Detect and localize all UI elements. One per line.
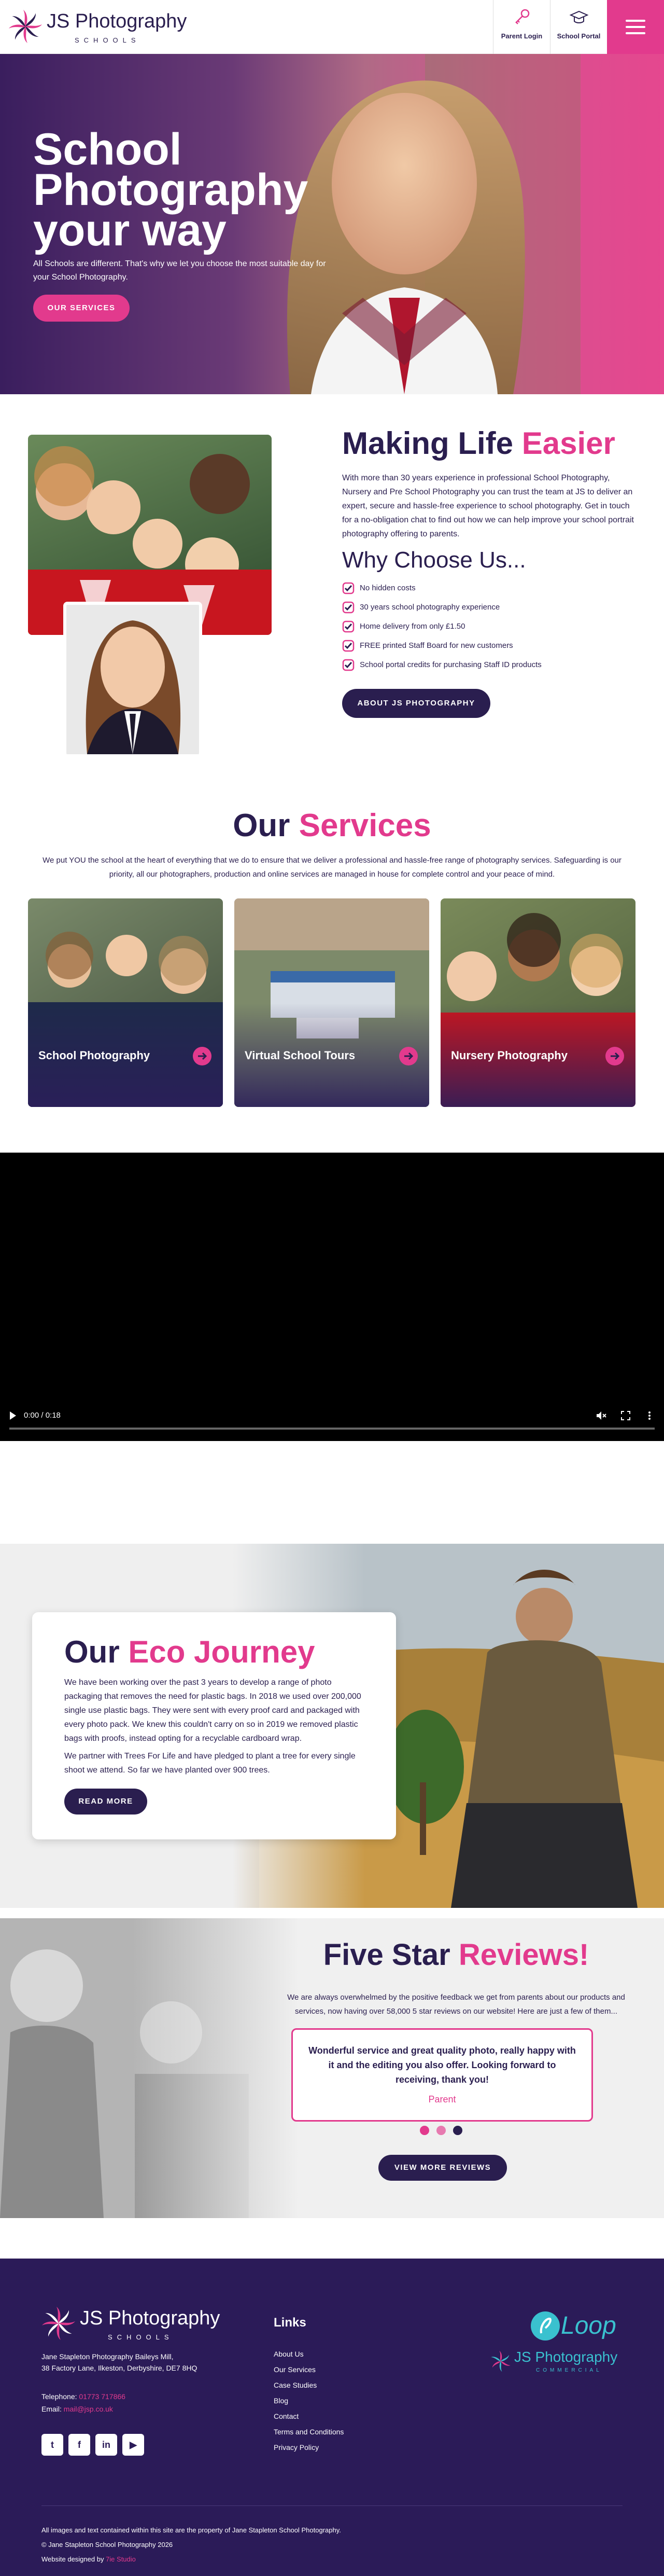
flower-logo-icon	[42, 2307, 75, 2340]
footer-link[interactable]: Case Studies	[274, 2381, 344, 2397]
flower-logo-icon	[491, 2350, 511, 2372]
check-item: FREE printed Staff Board for new custome…	[342, 640, 542, 659]
designer-link[interactable]: 7ie Studio	[106, 2555, 136, 2563]
check-item: 30 years school photography experience	[342, 601, 542, 620]
service-card-nursery-photography[interactable]: Nursery Photography	[441, 898, 635, 1107]
arrow-right-icon[interactable]	[605, 1047, 624, 1065]
logo-name: JS Photography	[47, 10, 187, 32]
parent-login-button[interactable]: Parent Login	[493, 0, 550, 54]
video-time: 0:00 / 0:18	[24, 1411, 61, 1420]
review-quote: Wonderful service and great quality phot…	[308, 2045, 576, 2085]
eco-card: Our Eco Journey We have been working ove…	[32, 1612, 396, 1839]
read-more-button[interactable]: READ MORE	[64, 1789, 147, 1815]
service-card-label: Nursery Photography	[451, 1049, 568, 1062]
video-progress-bar[interactable]	[9, 1428, 655, 1430]
service-card-virtual-school-tours[interactable]: Virtual School Tours	[234, 898, 429, 1107]
check-item: School portal credits for purchasing Sta…	[342, 659, 542, 678]
check-icon	[342, 659, 355, 671]
site-logo[interactable]: JS Photography SCHOOLS	[7, 7, 194, 47]
commercial-logo[interactable]: JS Photography COMMERCIAL	[489, 2349, 624, 2376]
view-more-reviews-button[interactable]: VIEW MORE REVIEWS	[378, 2155, 507, 2181]
footer-logo-name: JS Photography	[80, 2307, 220, 2329]
hero-banner: School Photography your way All Schools …	[0, 54, 664, 394]
commercial-logo-name: JS Photography	[514, 2349, 618, 2365]
why-choose-list: No hidden costs 30 years school photogra…	[342, 582, 542, 678]
carousel-dot[interactable]	[420, 2126, 429, 2135]
services-text: We put YOU the school at the heart of ev…	[43, 856, 621, 879]
reviews-title: Five Star Reviews!	[323, 1938, 589, 1972]
mute-icon[interactable]	[596, 1411, 606, 1420]
girl-portrait-photo	[63, 602, 202, 757]
service-card-label: School Photography	[38, 1049, 150, 1062]
footer-logo[interactable]: JS Photography SCHOOLS	[40, 2304, 227, 2344]
about-text: With more than 30 years experience in pr…	[342, 474, 634, 538]
footer-legal: All images and text contained within thi…	[41, 2526, 341, 2563]
footer-link[interactable]: Our Services	[274, 2365, 344, 2381]
arrow-right-icon[interactable]	[193, 1047, 211, 1065]
parent-login-label: Parent Login	[501, 32, 543, 40]
hero-text: All Schools are different. That's why we…	[33, 259, 326, 282]
fullscreen-icon[interactable]	[621, 1411, 630, 1420]
more-options-icon[interactable]	[648, 1411, 651, 1420]
review-card: Wonderful service and great quality phot…	[291, 2028, 593, 2122]
flower-logo-icon	[9, 10, 42, 43]
key-icon	[515, 9, 529, 24]
youtube-icon[interactable]: ▶	[122, 2434, 144, 2456]
footer-links: About Us Our Services Case Studies Blog …	[274, 2350, 344, 2459]
footer-link[interactable]: Privacy Policy	[274, 2443, 344, 2459]
service-card-label: Virtual School Tours	[245, 1049, 356, 1062]
service-card-school-photography[interactable]: School Photography	[28, 898, 223, 1107]
footer-contact: Telephone: 01773 717866 Email: mail@jsp.…	[41, 2392, 125, 2413]
check-item: No hidden costs	[342, 582, 542, 601]
loop-name: Loop	[561, 2312, 616, 2339]
check-icon	[342, 601, 355, 614]
menu-button[interactable]	[607, 0, 664, 54]
about-title: Making Life Easier	[342, 426, 615, 461]
email-link[interactable]: mail@jsp.co.uk	[64, 2405, 113, 2413]
reviews-text: We are always overwhelmed by the positiv…	[287, 1993, 625, 2016]
school-portal-button[interactable]: School Portal	[550, 0, 607, 54]
footer-link[interactable]: Blog	[274, 2397, 344, 2412]
twitter-icon[interactable]: t	[41, 2434, 63, 2456]
phone-link[interactable]: 01773 717866	[79, 2392, 125, 2401]
girl-portrait-image	[86, 620, 181, 754]
commercial-logo-sub: COMMERCIAL	[536, 2367, 602, 2373]
facebook-icon[interactable]: f	[68, 2434, 90, 2456]
footer-links-title: Links	[274, 2316, 306, 2330]
about-js-photography-button[interactable]: ABOUT JS PHOTOGRAPHY	[342, 689, 490, 718]
footer-logo-sub: SCHOOLS	[108, 2333, 174, 2341]
carousel-dot[interactable]	[453, 2126, 462, 2135]
services-title: Our Services	[233, 808, 431, 843]
eco-title: Our Eco Journey	[64, 1635, 315, 1669]
footer-address: Jane Stapleton Photography Baileys Mill,…	[41, 2352, 197, 2372]
graduation-cap-icon	[569, 10, 588, 23]
check-icon	[342, 620, 355, 633]
check-icon	[342, 582, 355, 594]
footer-link[interactable]: About Us	[274, 2350, 344, 2365]
eco-text-1: We have been working over the past 3 yea…	[64, 1678, 361, 1743]
footer-link[interactable]: Terms and Conditions	[274, 2428, 344, 2443]
footer-divider	[41, 2505, 623, 2506]
review-author: Parent	[428, 2094, 456, 2104]
why-choose-title: Why Choose Us...	[342, 547, 526, 573]
eco-text-2: We partner with Trees For Life and have …	[64, 1752, 356, 1775]
play-icon[interactable]	[9, 1411, 17, 1420]
hero-title: School Photography your way	[33, 124, 308, 255]
carousel-dot[interactable]	[436, 2126, 446, 2135]
video-player[interactable]	[0, 1153, 664, 1441]
check-icon	[342, 640, 355, 652]
check-item: Home delivery from only £1.50	[342, 620, 542, 640]
school-portal-label: School Portal	[557, 32, 601, 40]
loop-logo[interactable]: Loop	[530, 2308, 623, 2345]
our-services-button[interactable]: OUR SERVICES	[33, 295, 130, 322]
logo-sub: SCHOOLS	[75, 36, 140, 44]
arrow-right-icon[interactable]	[399, 1047, 418, 1065]
linkedin-icon[interactable]: in	[95, 2434, 117, 2456]
loop-mark-icon	[531, 2311, 560, 2340]
footer-link[interactable]: Contact	[274, 2412, 344, 2428]
site-header: JS Photography SCHOOLS Parent Login Scho…	[0, 0, 664, 54]
